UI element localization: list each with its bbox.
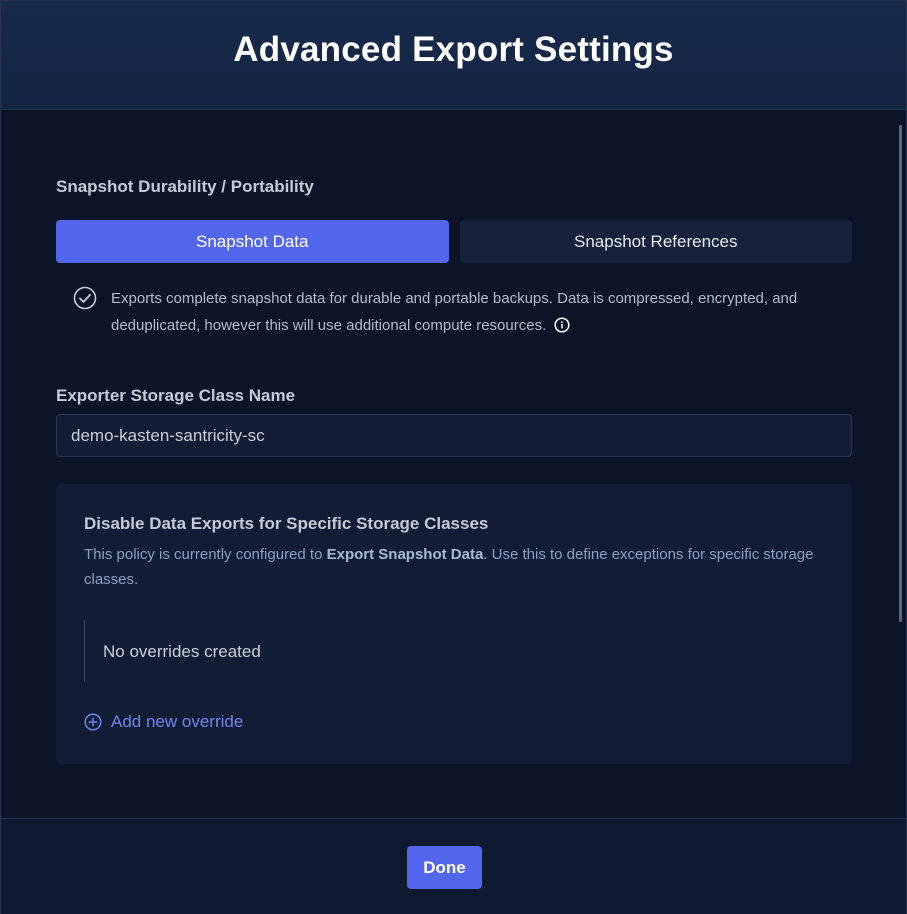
durability-description-body: Exports complete snapshot data for durab… bbox=[111, 290, 798, 334]
overrides-empty-text: No overrides created bbox=[103, 642, 261, 661]
add-override-label: Add new override bbox=[111, 712, 244, 731]
overrides-description: This policy is currently configured to E… bbox=[84, 542, 834, 592]
scrollbar[interactable] bbox=[899, 125, 902, 622]
dialog-title: Advanced Export Settings bbox=[233, 30, 674, 69]
overrides-title: Disable Data Exports for Specific Storag… bbox=[84, 514, 489, 533]
add-override-link[interactable]: Add new override bbox=[84, 712, 243, 732]
plus-circle-icon bbox=[84, 713, 102, 731]
overrides-empty-state: No overrides created bbox=[84, 620, 785, 682]
overrides-desc-prefix: This policy is currently configured to bbox=[84, 546, 327, 563]
durability-description-text: Exports complete snapshot data for durab… bbox=[111, 285, 851, 339]
snapshot-references-button[interactable]: Snapshot References bbox=[459, 220, 852, 263]
advanced-export-settings-dialog: Advanced Export Settings Snapshot Durabi… bbox=[0, 0, 907, 914]
storage-class-input[interactable] bbox=[56, 414, 852, 457]
dialog-footer: Done bbox=[1, 818, 906, 914]
done-button[interactable]: Done bbox=[407, 846, 482, 889]
durability-label: Snapshot Durability / Portability bbox=[56, 177, 314, 196]
storage-class-label: Exporter Storage Class Name bbox=[56, 386, 296, 405]
overrides-card: Disable Data Exports for Specific Storag… bbox=[56, 484, 852, 764]
durability-toggle-group: Snapshot Data Snapshot References bbox=[56, 220, 852, 263]
dialog-header: Advanced Export Settings bbox=[1, 1, 906, 110]
snapshot-data-button[interactable]: Snapshot Data bbox=[56, 220, 449, 263]
check-circle-icon bbox=[73, 286, 97, 310]
overrides-desc-emphasis: Export Snapshot Data bbox=[326, 546, 484, 563]
info-icon[interactable] bbox=[554, 316, 570, 333]
